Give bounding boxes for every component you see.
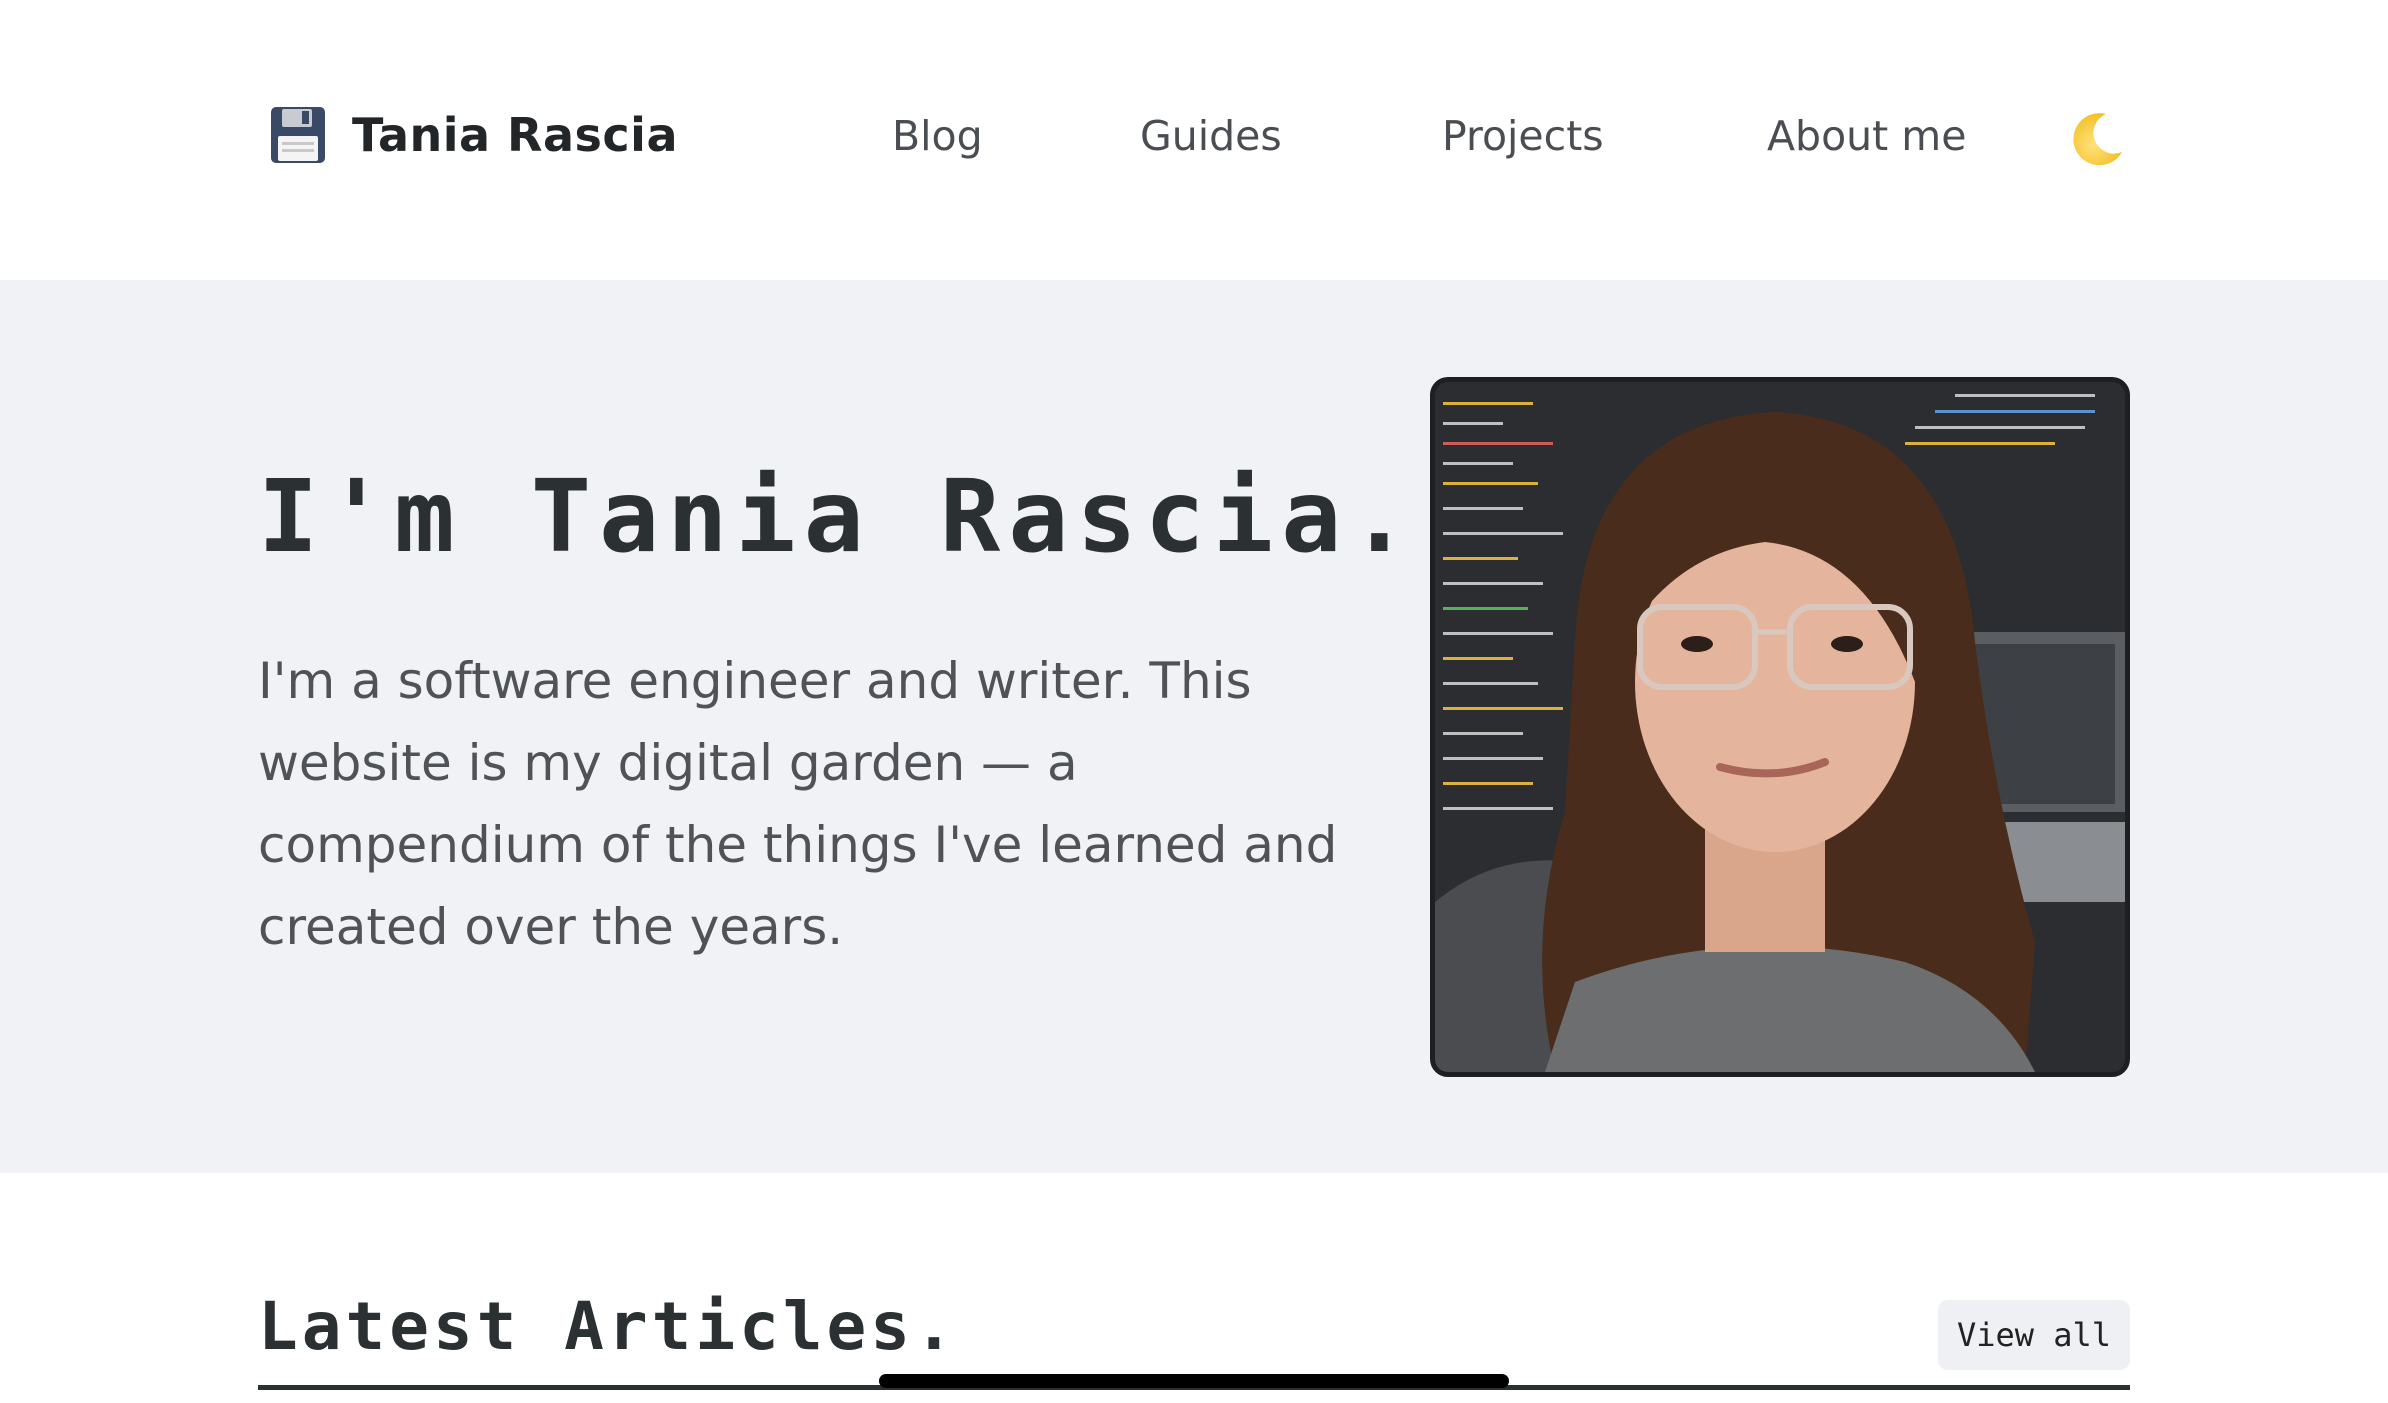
hero-title: I'm Tania Rascia.: [258, 458, 1418, 575]
nav-link-blog[interactable]: Blog: [892, 106, 983, 166]
hero-description: I'm a software engineer and writer. This…: [258, 652, 1338, 956]
home-indicator-bar[interactable]: [879, 1374, 1509, 1388]
profile-photo: [1430, 377, 2130, 1077]
nav-link-guides[interactable]: Guides: [1140, 106, 1282, 166]
main-nav: Blog Guides Projects About me: [0, 106, 2388, 166]
nav-link-about-me[interactable]: About me: [1767, 106, 1966, 166]
nav-link-projects[interactable]: Projects: [1442, 106, 1604, 166]
crescent-moon-icon[interactable]: [2068, 108, 2128, 168]
latest-articles-heading: Latest Articles.: [258, 1288, 958, 1365]
hero-section: I'm Tania Rascia. I'm a software enginee…: [0, 280, 2388, 1173]
site-header: Tania Rascia Blog Guides Projects About …: [0, 0, 2388, 280]
view-all-button[interactable]: View all: [1938, 1300, 2130, 1370]
